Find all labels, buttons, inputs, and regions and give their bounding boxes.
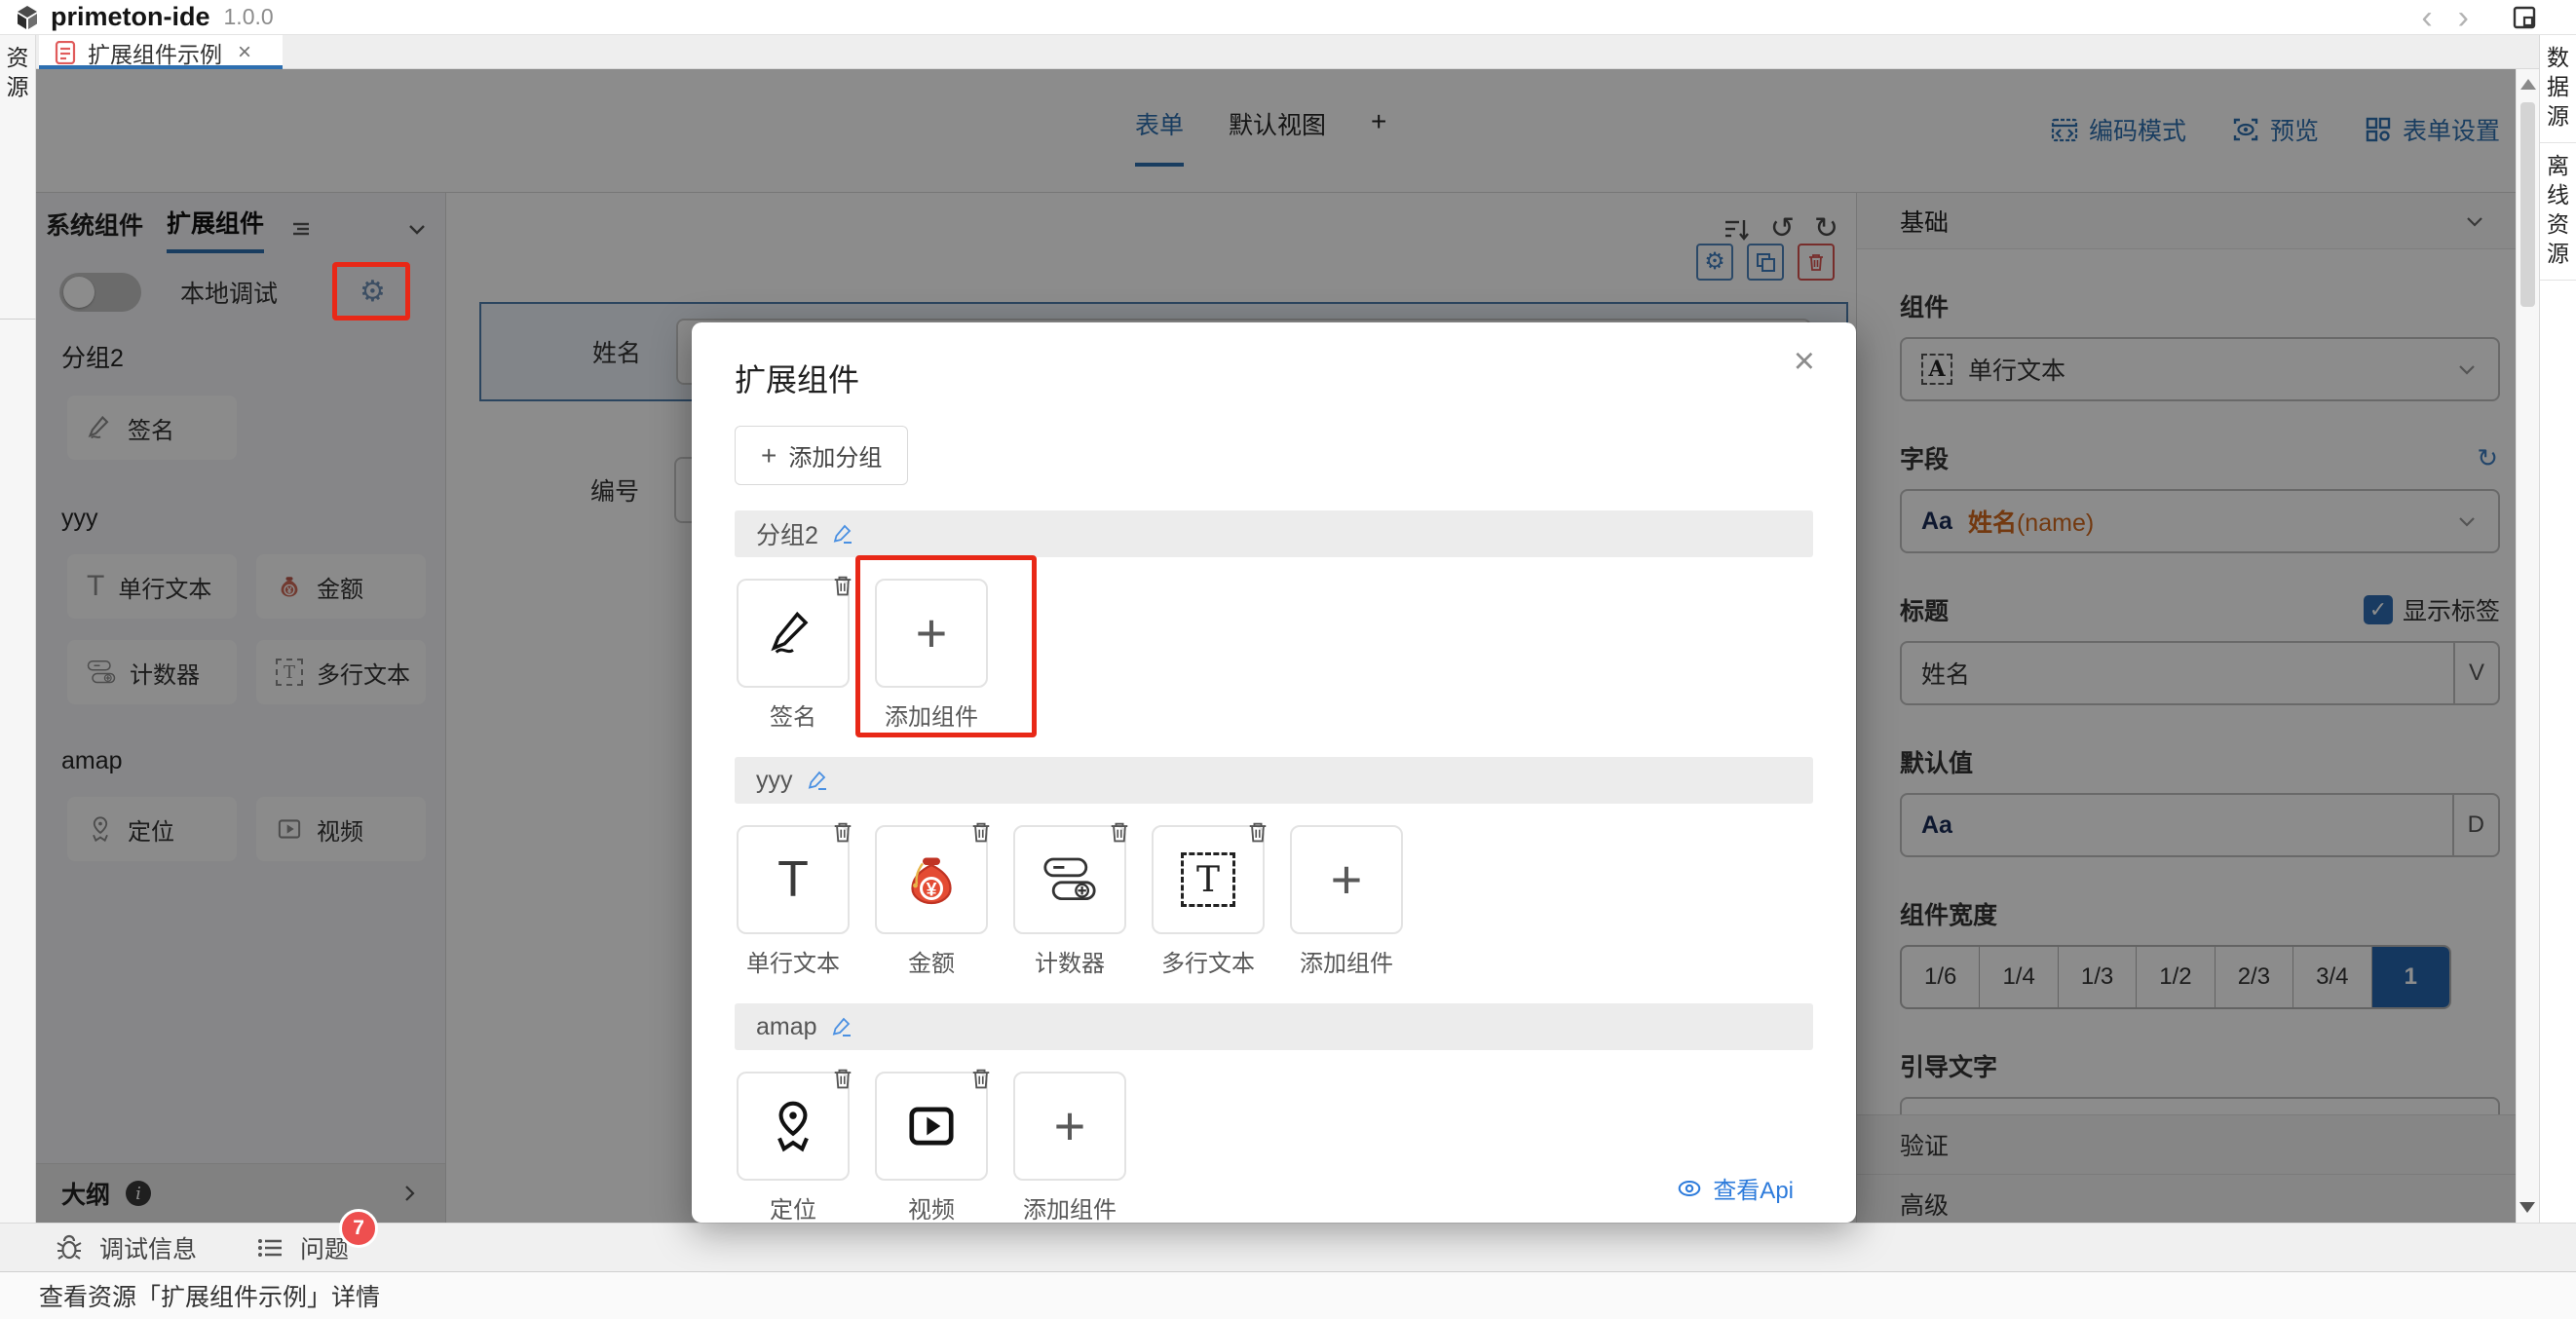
multiline-text-icon: T <box>1181 852 1235 907</box>
eye-icon <box>1676 1175 1703 1202</box>
modal-card-add-component-group1[interactable]: + 添加组件 <box>875 579 988 732</box>
nav-forward-icon[interactable]: › <box>2458 3 2469 32</box>
modal-card-add-component-group3[interactable]: + 添加组件 <box>1013 1072 1126 1225</box>
extension-components-dialog: × 扩展组件 + 添加分组 分组2 签名 + 添加组件 yyy <box>692 322 1856 1223</box>
text-t-icon: T <box>777 850 809 909</box>
delete-component-icon[interactable] <box>1245 819 1270 845</box>
delete-component-icon[interactable] <box>830 1066 855 1091</box>
modal-card-add-component-group2[interactable]: + 添加组件 <box>1290 825 1403 978</box>
scroll-up-arrow-icon[interactable] <box>2520 79 2536 90</box>
add-group-label: 添加分组 <box>788 438 882 472</box>
sidebar-item-offline-resources[interactable]: 离线资源 <box>2545 151 2571 268</box>
dialog-title: 扩展组件 <box>735 356 1813 400</box>
app-version: 1.0.0 <box>224 4 274 30</box>
editor-tab-bar: 扩展组件示例 × <box>36 35 2539 69</box>
vertical-scrollbar[interactable] <box>2516 69 2539 1223</box>
video-play-icon <box>904 1099 959 1153</box>
app-logo-icon <box>14 4 41 31</box>
location-pin-icon <box>766 1099 820 1153</box>
primeton-ide-window: primeton-ide 1.0.0 ‹ › 资源 扩展组件示例 × 表单 默认… <box>0 0 2576 1319</box>
modal-group-header: amap <box>735 1003 1813 1050</box>
plus-icon: + <box>761 444 777 468</box>
modal-card-counter[interactable]: 计数器 <box>1013 825 1126 978</box>
bottom-toolbar: 调试信息 问题 7 <box>0 1223 2576 1271</box>
modal-card-label: 添加组件 <box>875 697 988 732</box>
tab-title: 扩展组件示例 <box>88 36 222 69</box>
scrollbar-thumb[interactable] <box>2520 102 2535 307</box>
modal-card-label: 定位 <box>737 1190 850 1225</box>
add-group-button[interactable]: + 添加分组 <box>735 426 908 485</box>
delete-component-icon[interactable] <box>1107 819 1132 845</box>
edit-pencil-icon[interactable] <box>807 769 830 792</box>
edit-pencil-icon[interactable] <box>832 522 855 546</box>
money-bag-icon: ¥ <box>902 850 961 909</box>
modal-card-label: 单行文本 <box>737 944 850 978</box>
status-text: 查看资源「扩展组件示例」详情 <box>39 1278 380 1313</box>
counter-icon <box>1042 856 1097 903</box>
modal-group-name: 分组2 <box>756 516 818 551</box>
modal-card-video[interactable]: 视频 <box>875 1072 988 1225</box>
modal-card-label: 多行文本 <box>1152 944 1265 978</box>
form-document-icon <box>55 41 76 64</box>
modal-group-header: 分组2 <box>735 510 1813 557</box>
tab-extension-component-example[interactable]: 扩展组件示例 × <box>39 35 283 69</box>
modal-card-location[interactable]: 定位 <box>737 1072 850 1225</box>
modal-card-signature[interactable]: 签名 <box>737 579 850 732</box>
modal-card-single-line-text[interactable]: T 单行文本 <box>737 825 850 978</box>
activity-bar: 资源 <box>0 35 36 1223</box>
svg-text:¥: ¥ <box>927 880 937 901</box>
app-title: primeton-ide <box>51 2 210 32</box>
scroll-down-arrow-icon[interactable] <box>2519 1202 2535 1213</box>
status-bar: 查看资源「扩展组件示例」详情 <box>0 1271 2576 1319</box>
sidebar-item-data-source[interactable]: 数据源 <box>2545 43 2571 131</box>
plus-icon: + <box>916 606 948 660</box>
modal-group-header: yyy <box>735 757 1813 804</box>
modal-card-label: 签名 <box>737 697 850 732</box>
modal-group-name: yyy <box>756 767 793 795</box>
problems-count-badge: 7 <box>339 1209 378 1248</box>
divider <box>0 319 36 320</box>
plus-icon: + <box>1331 852 1363 907</box>
modal-card-label: 金额 <box>875 944 988 978</box>
modal-card-multi-line-text[interactable]: T 多行文本 <box>1152 825 1265 978</box>
modal-card-label: 视频 <box>875 1190 988 1225</box>
bug-icon <box>55 1233 84 1262</box>
sidebar-item-resources[interactable]: 资源 <box>5 35 31 101</box>
dialog-close-icon[interactable]: × <box>1794 344 1815 379</box>
plus-icon: + <box>1054 1099 1086 1153</box>
problems-list-icon <box>255 1233 284 1262</box>
modal-group-name: amap <box>756 1013 817 1041</box>
modal-card-amount[interactable]: ¥ 金额 <box>875 825 988 978</box>
modal-card-label: 计数器 <box>1013 944 1126 978</box>
problems-button[interactable]: 问题 7 <box>255 1230 349 1265</box>
delete-component-icon[interactable] <box>830 819 855 845</box>
save-layout-icon[interactable] <box>2512 5 2537 30</box>
modal-card-label: 添加组件 <box>1013 1190 1126 1225</box>
delete-component-icon[interactable] <box>830 573 855 598</box>
view-api-link[interactable]: 查看Api <box>1676 1171 1794 1205</box>
debug-info-button[interactable]: 调试信息 <box>55 1230 197 1265</box>
title-bar: primeton-ide 1.0.0 ‹ › <box>0 0 2576 35</box>
tab-close-icon[interactable]: × <box>238 39 251 66</box>
debug-info-label: 调试信息 <box>99 1230 197 1265</box>
signature-pen-icon <box>768 608 818 659</box>
nav-back-icon[interactable]: ‹ <box>2421 3 2432 32</box>
view-api-label: 查看Api <box>1713 1171 1794 1205</box>
delete-component-icon[interactable] <box>968 819 994 845</box>
edit-pencil-icon[interactable] <box>831 1015 854 1038</box>
right-side-bar: 数据源 离线资源 <box>2539 35 2576 1223</box>
delete-component-icon[interactable] <box>968 1066 994 1091</box>
modal-card-label: 添加组件 <box>1290 944 1403 978</box>
